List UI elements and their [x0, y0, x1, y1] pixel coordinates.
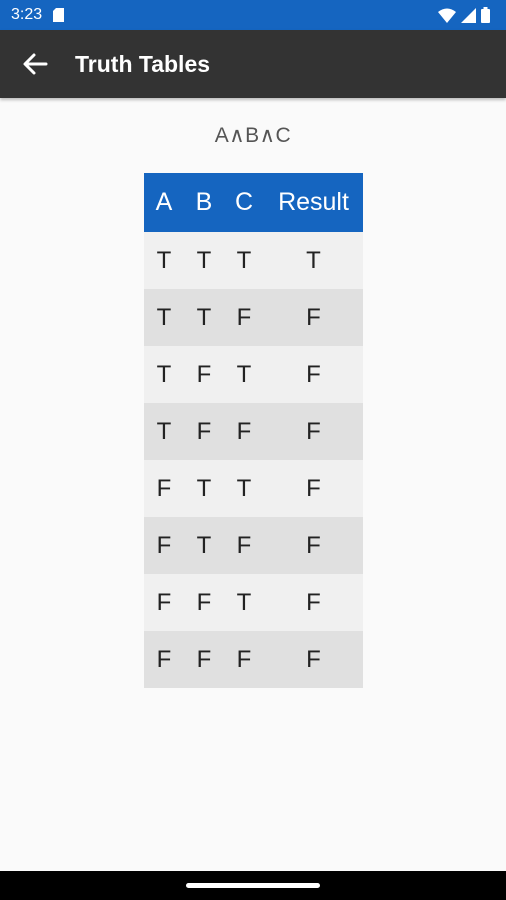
cell-a: F [156, 531, 172, 559]
cell-result: F [306, 645, 321, 673]
header-b: B [195, 188, 213, 216]
navigation-bar [0, 871, 506, 900]
cell-b: T [196, 531, 212, 559]
app-bar: Truth Tables [0, 30, 506, 98]
header-a: A [155, 188, 173, 216]
status-bar: 3:23 [0, 0, 506, 30]
cell-c: T [236, 360, 252, 388]
cell-b: T [196, 474, 212, 502]
cell-a: F [156, 645, 172, 673]
cell-a: F [156, 588, 172, 616]
cell-b: F [196, 588, 212, 616]
wifi-icon [438, 8, 456, 23]
header-result: Result [278, 188, 349, 216]
page-title: Truth Tables [75, 51, 211, 77]
cell-c: T [236, 246, 252, 274]
battery-icon [481, 7, 490, 23]
header-c: C [234, 188, 254, 216]
cell-b: F [196, 360, 212, 388]
cell-result: F [306, 303, 321, 331]
truth-table: A B C Result T T T T T T F F T F T F T F… [144, 173, 363, 688]
home-gesture-handle[interactable] [186, 883, 320, 888]
cell-c: F [236, 303, 252, 331]
table-row: F F T F [144, 574, 363, 631]
cell-c: T [236, 588, 252, 616]
table-row: T F F F [144, 403, 363, 460]
expression-label: A∧B∧C [214, 124, 292, 147]
arrow-back-icon[interactable] [22, 52, 48, 76]
cell-result: F [306, 588, 321, 616]
cell-c: F [236, 645, 252, 673]
cell-a: T [156, 360, 172, 388]
table-row: F F F F [144, 631, 363, 688]
cell-a: T [156, 417, 172, 445]
table-row: T T T T [144, 232, 363, 289]
cell-c: F [236, 417, 252, 445]
table-row: T T F F [144, 289, 363, 346]
cell-b: F [196, 417, 212, 445]
cell-b: T [196, 246, 212, 274]
cell-c: F [236, 531, 252, 559]
status-time: 3:23 [11, 6, 43, 23]
cell-result: T [306, 246, 321, 274]
cell-b: T [196, 303, 212, 331]
cell-result: F [306, 474, 321, 502]
cell-b: F [196, 645, 212, 673]
table-row: F T T F [144, 460, 363, 517]
table-row: F T F F [144, 517, 363, 574]
cell-a: T [156, 246, 172, 274]
table-header: A B C Result [144, 173, 363, 232]
cell-a: T [156, 303, 172, 331]
cell-result: F [306, 531, 321, 559]
cell-c: T [236, 474, 252, 502]
cell-result: F [306, 417, 321, 445]
cell-a: F [156, 474, 172, 502]
signal-icon [461, 7, 476, 23]
sim-card-icon [53, 8, 64, 22]
table-row: T F T F [144, 346, 363, 403]
cell-result: F [306, 360, 321, 388]
status-icons [438, 7, 490, 23]
